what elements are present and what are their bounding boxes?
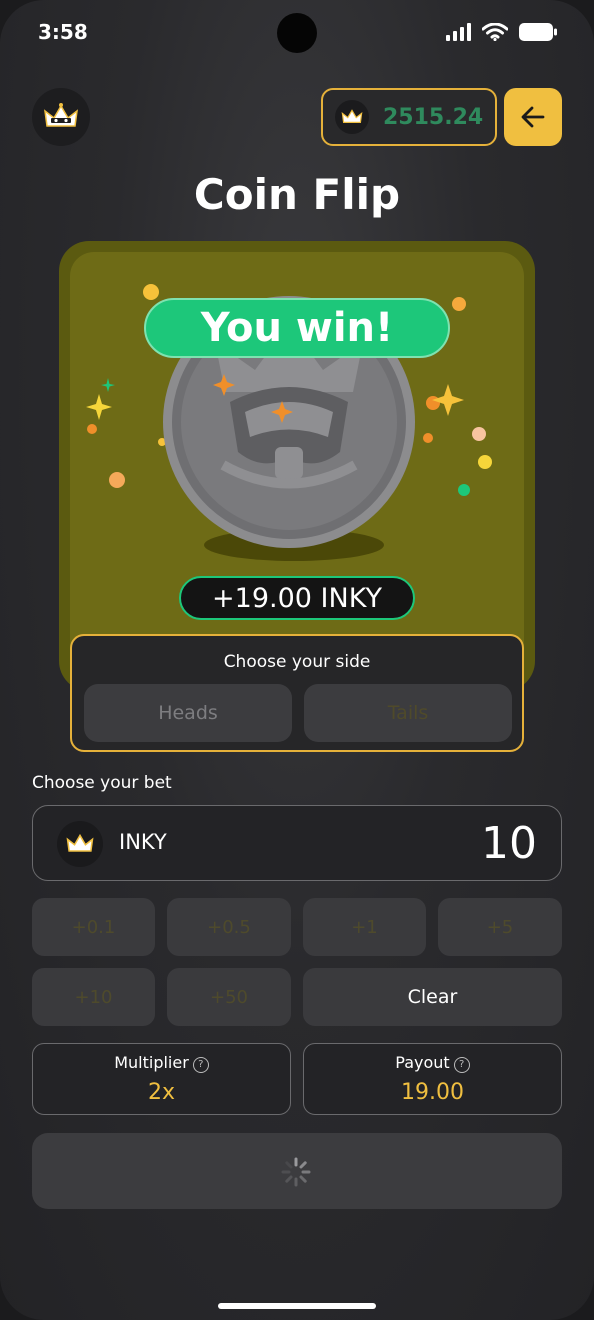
help-icon[interactable]: ? [192,1057,209,1073]
status-time: 3:58 [38,20,88,44]
balance-coin-icon [335,100,369,134]
back-button[interactable] [504,88,562,146]
add-50-button[interactable]: +50 [167,968,291,1026]
loading-spinner-icon [281,1157,311,1187]
add-10-button[interactable]: +10 [32,968,155,1026]
page-title: Coin Flip [193,170,401,219]
app-screen: 3:58 2515.24 Coin Flip You win! +19.00 I… [0,0,594,1320]
payout-box: Payout? 19.00 [303,1043,562,1115]
reward-badge: +19.00 INKY [179,576,415,620]
battery-icon [519,23,557,41]
tails-button[interactable]: Tails [304,684,512,742]
balance-amount: 2515.24 [383,104,484,130]
status-bar: 3:58 [0,0,594,66]
multiplier-label: Multiplier [114,1053,189,1072]
multiplier-value: 2x [147,1080,176,1105]
bet-currency: INKY [119,830,167,854]
bet-value: 10 [481,818,537,869]
add-0.1-button[interactable]: +0.1 [32,898,155,956]
arrow-left-icon [521,106,545,128]
bet-amount-input[interactable]: INKY 10 [32,805,562,881]
camera-notch [277,13,317,53]
help-icon[interactable]: ? [453,1057,470,1073]
status-icons [446,22,558,42]
home-indicator[interactable] [218,1303,376,1309]
add-0.5-button[interactable]: +0.5 [167,898,291,956]
payout-value: 19.00 [401,1080,464,1105]
multiplier-box: Multiplier? 2x [32,1043,291,1115]
signal-icon [446,23,471,41]
bet-label: Choose your bet [32,773,172,793]
logo-button[interactable] [32,88,90,146]
add-1-button[interactable]: +1 [303,898,426,956]
side-selector: Choose your side Heads Tails [70,634,524,752]
crown-logo-icon [44,103,78,127]
win-banner: You win! [144,298,450,358]
payout-label: Payout [395,1053,450,1072]
side-selector-label: Choose your side [223,652,371,672]
balance-display: 2515.24 [321,88,497,146]
clear-button[interactable]: Clear [303,968,562,1026]
heads-button[interactable]: Heads [84,684,292,742]
currency-coin-icon [57,821,103,867]
wifi-icon [482,23,508,41]
add-5-button[interactable]: +5 [438,898,562,956]
